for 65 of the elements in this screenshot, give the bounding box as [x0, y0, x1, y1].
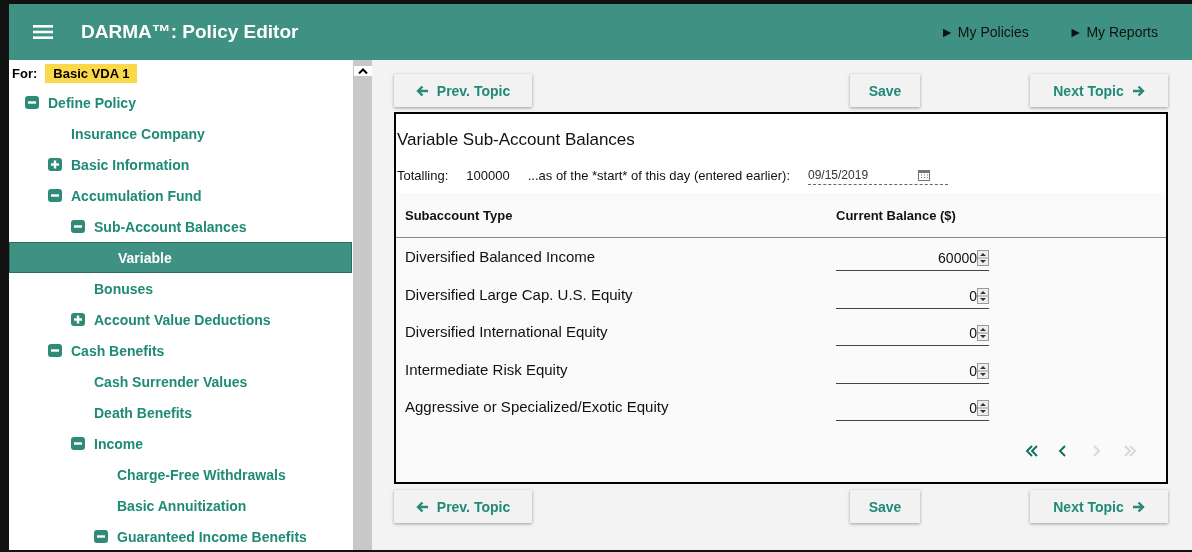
tree-item[interactable]: Sub-Account Balances [9, 211, 352, 242]
spinner-icon[interactable] [977, 400, 989, 417]
arrow-right-icon [1131, 84, 1145, 97]
arrow-right-icon [1131, 500, 1145, 513]
double-chevron-left-icon[interactable] [1023, 443, 1039, 458]
tree-item[interactable]: Charge-Free Withdrawals [9, 459, 352, 490]
spinner-icon[interactable] [977, 362, 989, 379]
scrollbar[interactable] [353, 60, 372, 550]
for-label: For: [12, 66, 38, 81]
policy-badge: Basic VDA 1 [45, 64, 138, 83]
total-value: 100000 [466, 168, 510, 183]
tree-item[interactable]: Account Value Deductions [9, 304, 352, 335]
expand-icon[interactable] [71, 313, 85, 326]
collapse-icon[interactable] [48, 189, 62, 202]
number-field[interactable]: 0 [836, 287, 989, 309]
column-header: Subaccount Type [404, 207, 514, 223]
spinner-icon[interactable] [977, 250, 989, 267]
date-field[interactable]: 09/15/2019 [808, 166, 948, 185]
tree-item[interactable]: Guaranteed Income Benefits [9, 521, 352, 550]
tree-item[interactable]: Bonuses [9, 273, 352, 304]
collapse-icon[interactable] [25, 96, 39, 109]
next-topic-button[interactable]: Next Topic [1030, 490, 1168, 523]
save-button[interactable]: Save [850, 490, 920, 523]
tree-item[interactable]: Basic Information [9, 149, 352, 180]
prev-topic-button[interactable]: Prev. Topic [394, 74, 532, 107]
tree-item[interactable]: Accumulation Fund [9, 180, 352, 211]
collapse-icon[interactable] [71, 437, 85, 450]
arrow-left-icon [415, 84, 429, 97]
column-header: Current Balance ($) [836, 207, 956, 223]
header-link[interactable]: ► My Policies [940, 24, 1029, 40]
header-link[interactable]: ► My Reports [1068, 24, 1158, 40]
number-field[interactable]: 60000 [836, 250, 989, 272]
next-topic-button[interactable]: Next Topic [1030, 74, 1168, 107]
panel-title: Variable Sub-Account Balances [396, 114, 1166, 160]
number-field[interactable]: 0 [836, 400, 989, 422]
tree-item[interactable]: Income [9, 428, 352, 459]
tree-item[interactable]: Variable [9, 242, 352, 273]
menu-icon[interactable] [33, 24, 53, 40]
table-cell-text: Aggressive or Specialized/Exotic Equity [404, 398, 670, 416]
tree-item[interactable]: Insurance Company [9, 118, 352, 149]
date-label: ...as of the *start* of this day (entered earlier): [527, 168, 790, 183]
totalling-label: Totalling: [397, 168, 449, 183]
tree-item[interactable]: Death Benefits [9, 397, 352, 428]
table-cell-text: Diversified Balanced Income [404, 248, 597, 266]
prev-topic-button[interactable]: Prev. Topic [394, 490, 532, 523]
tree-item[interactable]: Define Policy [9, 87, 352, 118]
spinner-icon[interactable] [977, 287, 989, 304]
collapse-icon[interactable] [94, 530, 108, 543]
number-field[interactable]: 0 [836, 362, 989, 384]
collapse-icon[interactable] [71, 220, 85, 233]
spinner-icon[interactable] [977, 325, 989, 342]
table-cell-text: Intermediate Risk Equity [404, 360, 569, 378]
caret-up-icon[interactable] [353, 66, 372, 76]
table-cell-text: Diversified Large Cap. U.S. Equity [404, 285, 634, 303]
collapse-icon[interactable] [48, 344, 62, 357]
number-field[interactable]: 0 [836, 325, 989, 347]
table-cell-text: Diversified International Equity [404, 323, 609, 341]
save-button[interactable]: Save [850, 74, 920, 107]
tree-item[interactable]: Cash Benefits [9, 335, 352, 366]
app-title: DARMA™: Policy Editor [81, 21, 299, 43]
tree-item[interactable]: Cash Surrender Values [9, 366, 352, 397]
tree-item[interactable]: Basic Annuitization [9, 490, 352, 521]
arrow-left-icon [415, 500, 429, 513]
expand-icon[interactable] [48, 158, 62, 171]
calendar-icon[interactable] [918, 169, 930, 181]
